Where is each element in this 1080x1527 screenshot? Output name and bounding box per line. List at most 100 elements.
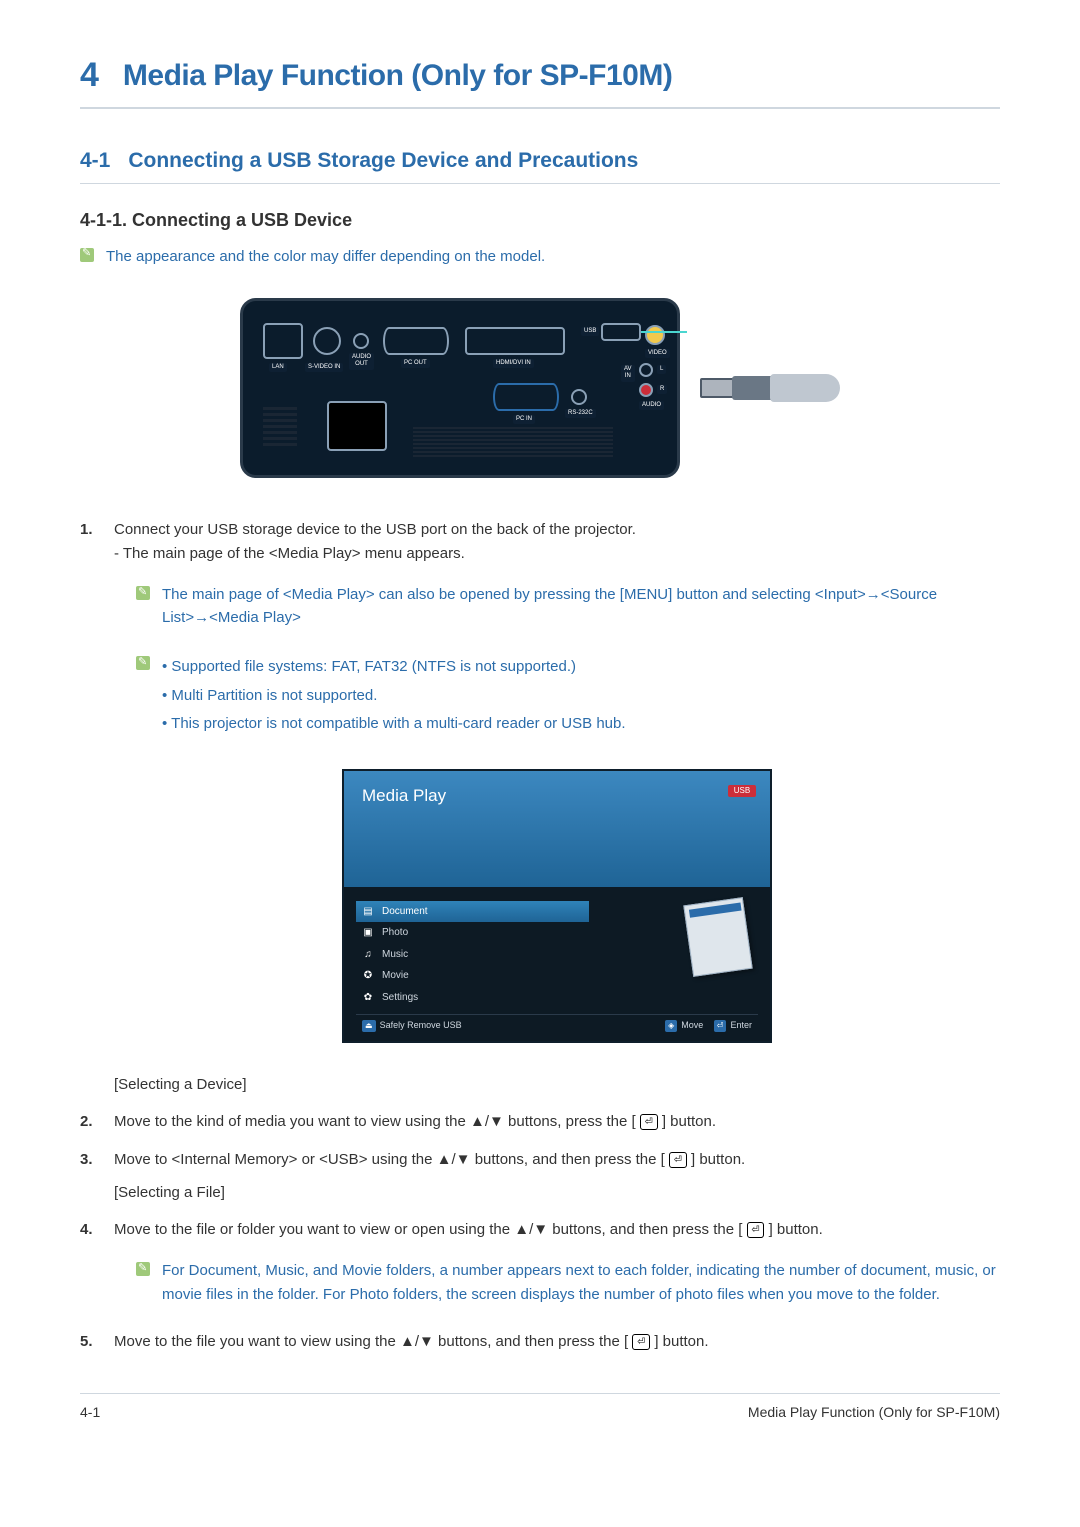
step-5-text-a: Move to the file you want to view using … — [114, 1333, 628, 1350]
media-play-menu: ▤ Document ▣ Photo ♫ Music ✪ — [356, 901, 589, 1009]
step-2-text-b: ] button. — [662, 1113, 716, 1130]
audio-label: AUDIO — [639, 401, 664, 410]
note-menu: The main page of <Media Play> can also b… — [136, 583, 1000, 630]
step-1-text: Connect your USB storage device to the U… — [114, 518, 1000, 541]
l-label: L — [657, 365, 666, 374]
lan-label: LAN — [269, 363, 287, 372]
movie-icon: ✪ — [362, 970, 374, 982]
vent-bottom — [413, 427, 613, 457]
media-item-settings-label: Settings — [382, 990, 418, 1006]
caption-select-device: [Selecting a Device] — [114, 1073, 1000, 1096]
step-3: Move to <Internal Memory> or <USB> using… — [80, 1148, 1000, 1205]
step-2-text-a: Move to the kind of media you want to vi… — [114, 1113, 636, 1130]
audio-out-jack — [353, 333, 369, 349]
pencil-note-icon — [136, 1262, 150, 1276]
enter-hint-icon: ⏎ — [714, 1020, 727, 1032]
step-4-text-a: Move to the file or folder you want to v… — [114, 1221, 742, 1238]
footer-chapter-title: Media Play Function (Only for SP-F10M) — [748, 1404, 1000, 1420]
pencil-note-icon — [136, 586, 150, 600]
steps-list: Connect your USB storage device to the U… — [80, 518, 1000, 1353]
media-item-music-label: Music — [382, 947, 408, 963]
audio-l-jack — [639, 363, 653, 377]
rs232c-port — [571, 389, 587, 405]
section-header: 4-1 Connecting a USB Storage Device and … — [80, 149, 1000, 184]
pc-out-label: PC OUT — [401, 359, 430, 368]
note-folder-text: For Document, Music, and Movie folders, … — [162, 1259, 1000, 1306]
enter-key-icon: ⏎ — [747, 1222, 765, 1238]
footer-page-number: 4-1 — [80, 1404, 100, 1420]
music-icon: ♫ — [362, 949, 374, 961]
usb-connection-line-icon — [641, 331, 687, 333]
media-item-settings: ✿ Settings — [356, 987, 589, 1009]
safely-remove-label: Safely Remove USB — [380, 1019, 462, 1033]
video-jack — [645, 325, 665, 345]
projector-panel-figure: LAN S-VIDEO IN AUDIO OUT PC OUT HDMI/DVI… — [80, 298, 1000, 478]
step-5-text-b: ] button. — [654, 1333, 708, 1350]
note-filesystem-list: Supported file systems: FAT, FAT32 (NTFS… — [162, 653, 626, 739]
pc-in-port — [493, 383, 559, 411]
usb-port — [601, 323, 641, 341]
media-item-music: ♫ Music — [356, 944, 589, 966]
audio-out-label: AUDIO OUT — [349, 353, 374, 369]
enter-key-icon: ⏎ — [632, 1334, 650, 1350]
hdmi-label: HDMI/DVI IN — [493, 359, 534, 368]
chapter-header: 4 Media Play Function (Only for SP-F10M) — [80, 56, 1000, 109]
step-4: Move to the file or folder you want to v… — [80, 1218, 1000, 1306]
audio-r-jack — [639, 383, 653, 397]
page-footer: 4-1 Media Play Function (Only for SP-F10… — [80, 1393, 1000, 1420]
lan-port — [263, 323, 303, 359]
media-item-movie: ✪ Movie — [356, 965, 589, 987]
pencil-note-icon — [80, 248, 94, 262]
preview-thumbnail — [683, 897, 752, 977]
hdmi-port — [465, 327, 565, 355]
media-item-photo-label: Photo — [382, 925, 408, 941]
svideo-label: S-VIDEO IN — [305, 363, 343, 372]
step-2: Move to the kind of media you want to vi… — [80, 1110, 1000, 1133]
note-folder-count: For Document, Music, and Movie folders, … — [136, 1259, 1000, 1306]
media-play-header: Media Play USB — [344, 771, 770, 887]
media-play-body: ▤ Document ▣ Photo ♫ Music ✪ — [344, 887, 770, 1041]
photo-icon: ▣ — [362, 927, 374, 939]
video-label: VIDEO — [645, 349, 670, 358]
usb-label: USB — [581, 327, 599, 336]
step-4-text-b: ] button. — [769, 1221, 823, 1238]
media-item-photo: ▣ Photo — [356, 922, 589, 944]
pc-in-label: PC IN — [513, 415, 535, 424]
power-inlet — [327, 401, 387, 451]
note-fs-2: Multi Partition is not supported. — [162, 682, 626, 711]
step-5: Move to the file you want to view using … — [80, 1330, 1000, 1353]
note-color-text: The appearance and the color may differ … — [106, 245, 545, 268]
step-1: Connect your USB storage device to the U… — [80, 518, 1000, 1096]
step-3-text-b: ] button. — [691, 1151, 745, 1168]
media-play-footer: ⏏ Safely Remove USB ◈ Move ⏎ Enter — [356, 1014, 758, 1033]
note-fs-1: Supported file systems: FAT, FAT32 (NTFS… — [162, 653, 626, 682]
document-icon: ▤ — [362, 906, 374, 918]
media-item-document: ▤ Document — [356, 901, 589, 923]
note-fs-3: This projector is not compatible with a … — [162, 710, 626, 739]
move-hint-icon: ◈ — [665, 1020, 677, 1032]
chapter-title: Media Play Function (Only for SP-F10M) — [123, 59, 672, 93]
media-play-screen: Media Play USB ▤ Document ▣ Photo — [342, 769, 772, 1043]
subsection-title: 4-1-1. Connecting a USB Device — [80, 210, 1000, 231]
usb-stick-icon — [700, 372, 840, 404]
safely-remove-usb: ⏏ Safely Remove USB — [362, 1019, 462, 1033]
usb-badge-icon: USB — [728, 785, 756, 797]
caption-select-file: [Selecting a File] — [114, 1181, 1000, 1204]
media-item-movie-label: Movie — [382, 968, 409, 984]
projector-rear-panel: LAN S-VIDEO IN AUDIO OUT PC OUT HDMI/DVI… — [240, 298, 680, 478]
pc-out-port — [383, 327, 449, 355]
gear-icon: ✿ — [362, 992, 374, 1004]
note-menu-text: The main page of <Media Play> can also b… — [162, 583, 1000, 630]
pencil-note-icon — [136, 656, 150, 670]
chapter-number: 4 — [80, 56, 99, 95]
eject-icon: ⏏ — [362, 1020, 376, 1032]
note-filesystem: Supported file systems: FAT, FAT32 (NTFS… — [136, 653, 1000, 739]
step-3-text-a: Move to <Internal Memory> or <USB> using… — [114, 1151, 665, 1168]
rs232c-label: RS-232C — [565, 409, 596, 418]
media-play-figure: Media Play USB ▤ Document ▣ Photo — [114, 769, 1000, 1043]
move-label: Move — [681, 1019, 703, 1033]
vent-left — [263, 407, 297, 447]
avin-label: AV IN — [621, 365, 635, 381]
media-play-title: Media Play — [362, 783, 752, 809]
enter-key-icon: ⏎ — [640, 1114, 658, 1130]
